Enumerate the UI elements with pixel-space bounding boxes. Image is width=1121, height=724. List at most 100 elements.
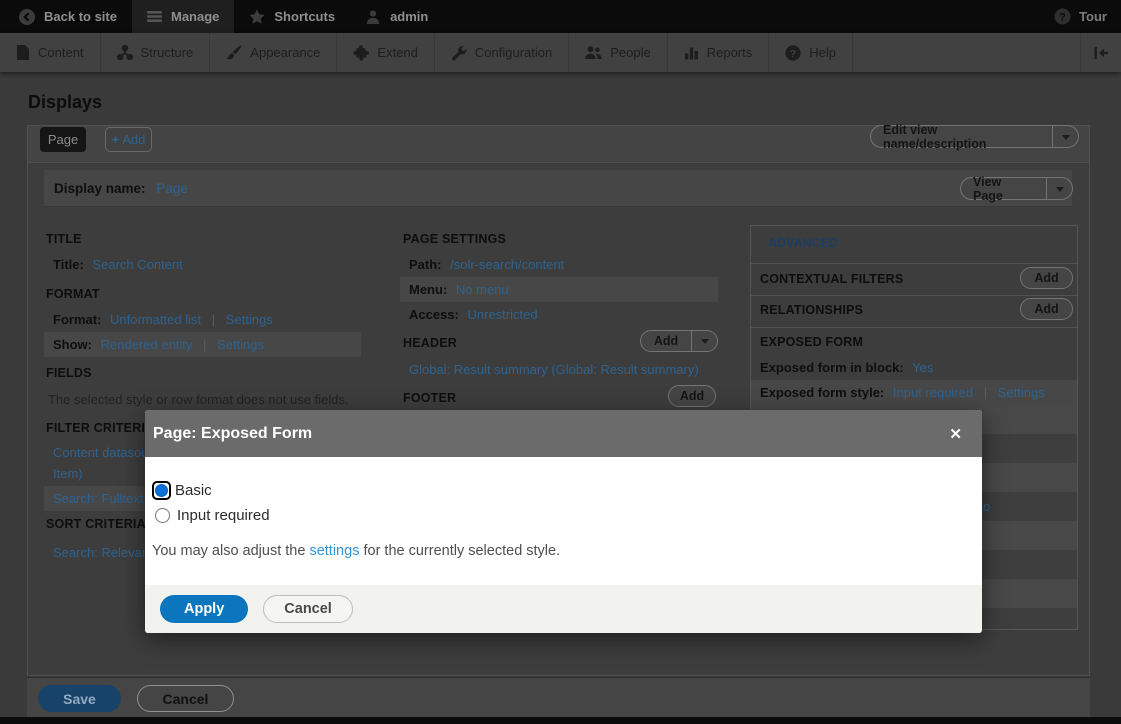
menu-item-content[interactable]: Content [0, 33, 101, 72]
relationships-add-button[interactable]: Add [1020, 298, 1073, 320]
menu-item-people[interactable]: People [569, 33, 667, 72]
admin-label: admin [390, 9, 428, 24]
exposed-block-row: Exposed form in block: Yes [751, 355, 1077, 380]
help-icon: ? [785, 45, 801, 61]
header-add-arrow[interactable] [692, 330, 718, 352]
tour-help-icon: ? [1054, 8, 1071, 25]
star-icon [249, 9, 265, 25]
manage-menu-button[interactable]: Manage [132, 0, 234, 33]
display-name-label: Display name: [54, 181, 146, 196]
footer-add-button[interactable]: Add [668, 385, 716, 407]
menu-item-structure[interactable]: Structure [101, 33, 211, 72]
exposed-block-value-link[interactable]: Yes [912, 360, 933, 375]
title-value-link[interactable]: Search Content [92, 257, 182, 272]
access-value-link[interactable]: Unrestricted [468, 307, 538, 322]
menu-item-configuration[interactable]: Configuration [435, 33, 569, 72]
menu-item-reports[interactable]: Reports [668, 33, 770, 72]
path-row: Path: /solr-search/content [400, 252, 718, 277]
format-row: Format: Unformatted list | Settings [44, 307, 361, 332]
sitemap-icon [117, 45, 133, 60]
chevron-down-icon [1056, 187, 1064, 196]
shortcuts-button[interactable]: Shortcuts [234, 0, 350, 33]
menu-value-link[interactable]: No menu [456, 282, 509, 297]
radio-option-basic[interactable]: Basic [152, 481, 970, 500]
add-display-button[interactable]: + Add [105, 127, 152, 152]
section-fields: FIELDS [46, 366, 92, 380]
menu-item-extend[interactable]: Extend [337, 33, 434, 72]
menu-item-help-label: Help [809, 45, 836, 60]
dialog-note: You may also adjust the settings for the… [152, 543, 970, 559]
wrench-icon [451, 45, 467, 61]
access-row: Access: Unrestricted [400, 302, 718, 327]
advanced-toggle-link[interactable]: ADVANCED [768, 236, 838, 250]
section-relationships: RELATIONSHIPS [760, 303, 863, 317]
menu-item-appearance[interactable]: Appearance [210, 33, 337, 72]
advanced-row-link-fragment[interactable]: o [983, 494, 990, 519]
cancel-button[interactable]: Cancel [137, 685, 234, 712]
display-name-value-link[interactable]: Page [156, 181, 188, 196]
tour-button[interactable]: ? Tour [1040, 0, 1121, 33]
radio-basic-label: Basic [175, 482, 212, 499]
format-value-link[interactable]: Unformatted list [110, 312, 201, 327]
add-display-label: Add [122, 132, 145, 147]
menu-item-help[interactable]: ? Help [769, 33, 853, 72]
people-icon [585, 45, 602, 60]
back-arrow-icon [19, 9, 35, 25]
section-page-settings: PAGE SETTINGS [403, 232, 506, 246]
page-title: Displays [28, 92, 102, 113]
bar-chart-icon [684, 45, 699, 60]
admin-menu-toolbar: Content Structure Appearance Extend Conf… [0, 33, 1121, 72]
separator: | [977, 385, 994, 400]
radio-option-input-required[interactable]: Input required [152, 505, 970, 526]
title-row: Title: Search Content [44, 252, 361, 277]
close-icon[interactable]: ✕ [935, 425, 976, 443]
dialog-title: Page: Exposed Form [153, 425, 312, 443]
paintbrush-icon [226, 45, 242, 61]
menu-item-people-label: People [610, 45, 650, 60]
contextual-filters-add-button[interactable]: Add [1020, 267, 1073, 289]
save-button[interactable]: Save [38, 685, 121, 712]
exposed-style-value-link[interactable]: Input required [893, 385, 973, 400]
drupal-views-ui-screen: Back to site Manage Shortcuts admin ? To… [0, 0, 1121, 724]
menu-item-appearance-label: Appearance [250, 45, 320, 60]
show-settings-link[interactable]: Settings [217, 337, 264, 352]
section-header: HEADER [403, 336, 457, 350]
menu-label: Menu: [409, 282, 447, 297]
display-tab-page[interactable]: Page [40, 127, 86, 152]
separator: | [196, 337, 213, 352]
edit-view-name-dropbutton: Edit view name/description [870, 125, 1079, 148]
edit-view-name-arrow[interactable] [1053, 125, 1079, 148]
dialog-buttonpane: Apply Cancel [145, 585, 982, 633]
edit-view-name-button[interactable]: Edit view name/description [870, 125, 1053, 148]
format-settings-link[interactable]: Settings [226, 312, 273, 327]
view-page-button[interactable]: View Page [960, 177, 1047, 200]
display-name-bar: Display name: Page [44, 170, 1072, 207]
radio-unselected-icon [155, 508, 170, 523]
view-page-arrow[interactable] [1047, 177, 1073, 200]
fields-note-row: The selected style or row format does no… [44, 387, 364, 412]
apply-button[interactable]: Apply [160, 595, 248, 623]
dialog-body: Basic Input required You may also adjust… [145, 457, 982, 585]
filter-item-link-wrap[interactable]: Item) [53, 466, 83, 481]
exposed-style-settings-link[interactable]: Settings [998, 385, 1045, 400]
admin-user-button[interactable]: admin [350, 0, 443, 33]
manage-label: Manage [171, 9, 219, 24]
path-value-link[interactable]: /solr-search/content [450, 257, 564, 272]
back-to-site-button[interactable]: Back to site [4, 0, 132, 33]
result-summary-link[interactable]: Global: Result summary (Global: Result s… [409, 362, 699, 377]
header-add-button[interactable]: Add [640, 330, 692, 352]
section-sort-criteria: SORT CRITERIA [46, 517, 146, 531]
settings-link[interactable]: settings [309, 543, 359, 559]
section-footer: FOOTER [403, 391, 456, 405]
plus-icon: + [112, 132, 120, 147]
viewport-bottom-band [0, 717, 1121, 724]
dialog-titlebar: Page: Exposed Form ✕ [145, 410, 982, 457]
show-value-link[interactable]: Rendered entity [101, 337, 193, 352]
toolbar-orientation-toggle[interactable] [1080, 33, 1121, 72]
menu-item-structure-label: Structure [141, 45, 194, 60]
note-text-post: for the currently selected style. [359, 543, 560, 559]
show-row: Show: Rendered entity | Settings [44, 332, 361, 357]
path-label: Path: [409, 257, 442, 272]
dialog-cancel-button[interactable]: Cancel [263, 595, 353, 623]
separator: | [205, 312, 222, 327]
